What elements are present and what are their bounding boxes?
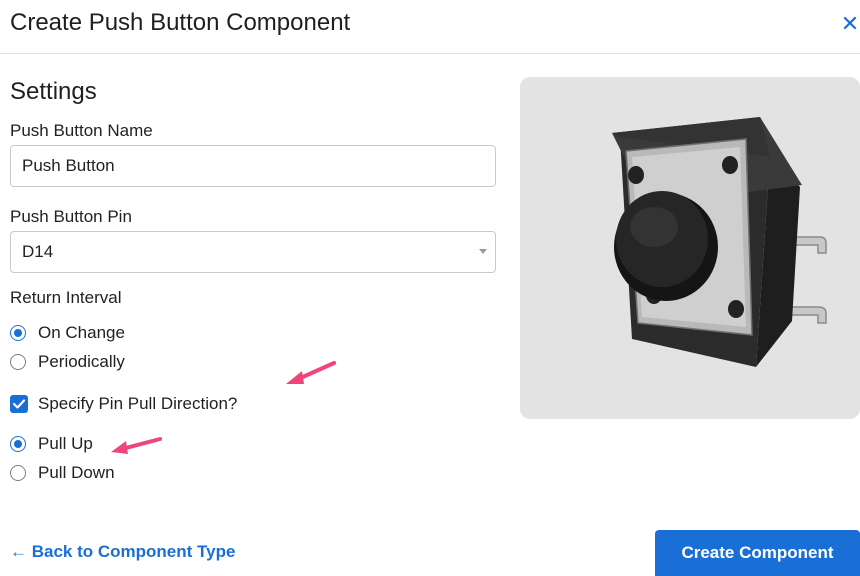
radio-unselected-icon[interactable] — [10, 354, 26, 370]
settings-heading: Settings — [10, 78, 97, 105]
periodically-label: Periodically — [38, 352, 125, 371]
pin-select-value: D14 — [22, 242, 54, 261]
on-change-label: On Change — [38, 323, 125, 342]
close-icon[interactable]: ✕ — [840, 12, 860, 36]
annotation-arrow-icon — [111, 437, 162, 454]
radio-unselected-icon[interactable] — [10, 465, 26, 481]
radio-periodically[interactable]: Periodically — [10, 351, 125, 373]
radio-pull-up[interactable]: Pull Up — [10, 433, 93, 455]
pull-down-label: Pull Down — [38, 463, 115, 482]
push-button-product-icon — [612, 117, 827, 367]
dialog-title: Create Push Button Component — [10, 9, 351, 36]
return-interval-label: Return Interval — [10, 288, 122, 307]
radio-selected-icon[interactable] — [10, 436, 26, 452]
push-button-pin-select[interactable]: D14 — [10, 231, 496, 273]
pull-direction-checkbox[interactable]: Specify Pin Pull Direction? — [10, 393, 237, 415]
radio-pull-down[interactable]: Pull Down — [10, 462, 115, 484]
chevron-down-icon — [479, 249, 487, 254]
radio-selected-icon[interactable] — [10, 325, 26, 341]
checkbox-checked-icon[interactable] — [10, 395, 28, 413]
pull-direction-label: Specify Pin Pull Direction? — [38, 394, 238, 413]
dialog-header: Create Push Button Component ✕ — [0, 0, 860, 54]
push-button-name-input[interactable]: Push Button — [10, 145, 496, 187]
name-label: Push Button Name — [10, 121, 153, 140]
push-button-name-value: Push Button — [22, 156, 115, 175]
push-button-image — [520, 77, 860, 419]
create-component-button[interactable]: Create Component — [655, 530, 860, 576]
pin-label: Push Button Pin — [10, 207, 132, 226]
annotation-arrow-icon — [286, 361, 336, 384]
pull-up-label: Pull Up — [38, 434, 93, 453]
create-component-label: Create Component — [681, 543, 834, 562]
radio-on-change[interactable]: On Change — [10, 322, 125, 344]
back-to-component-type-link[interactable]: ← Back to Component Type — [10, 542, 235, 562]
